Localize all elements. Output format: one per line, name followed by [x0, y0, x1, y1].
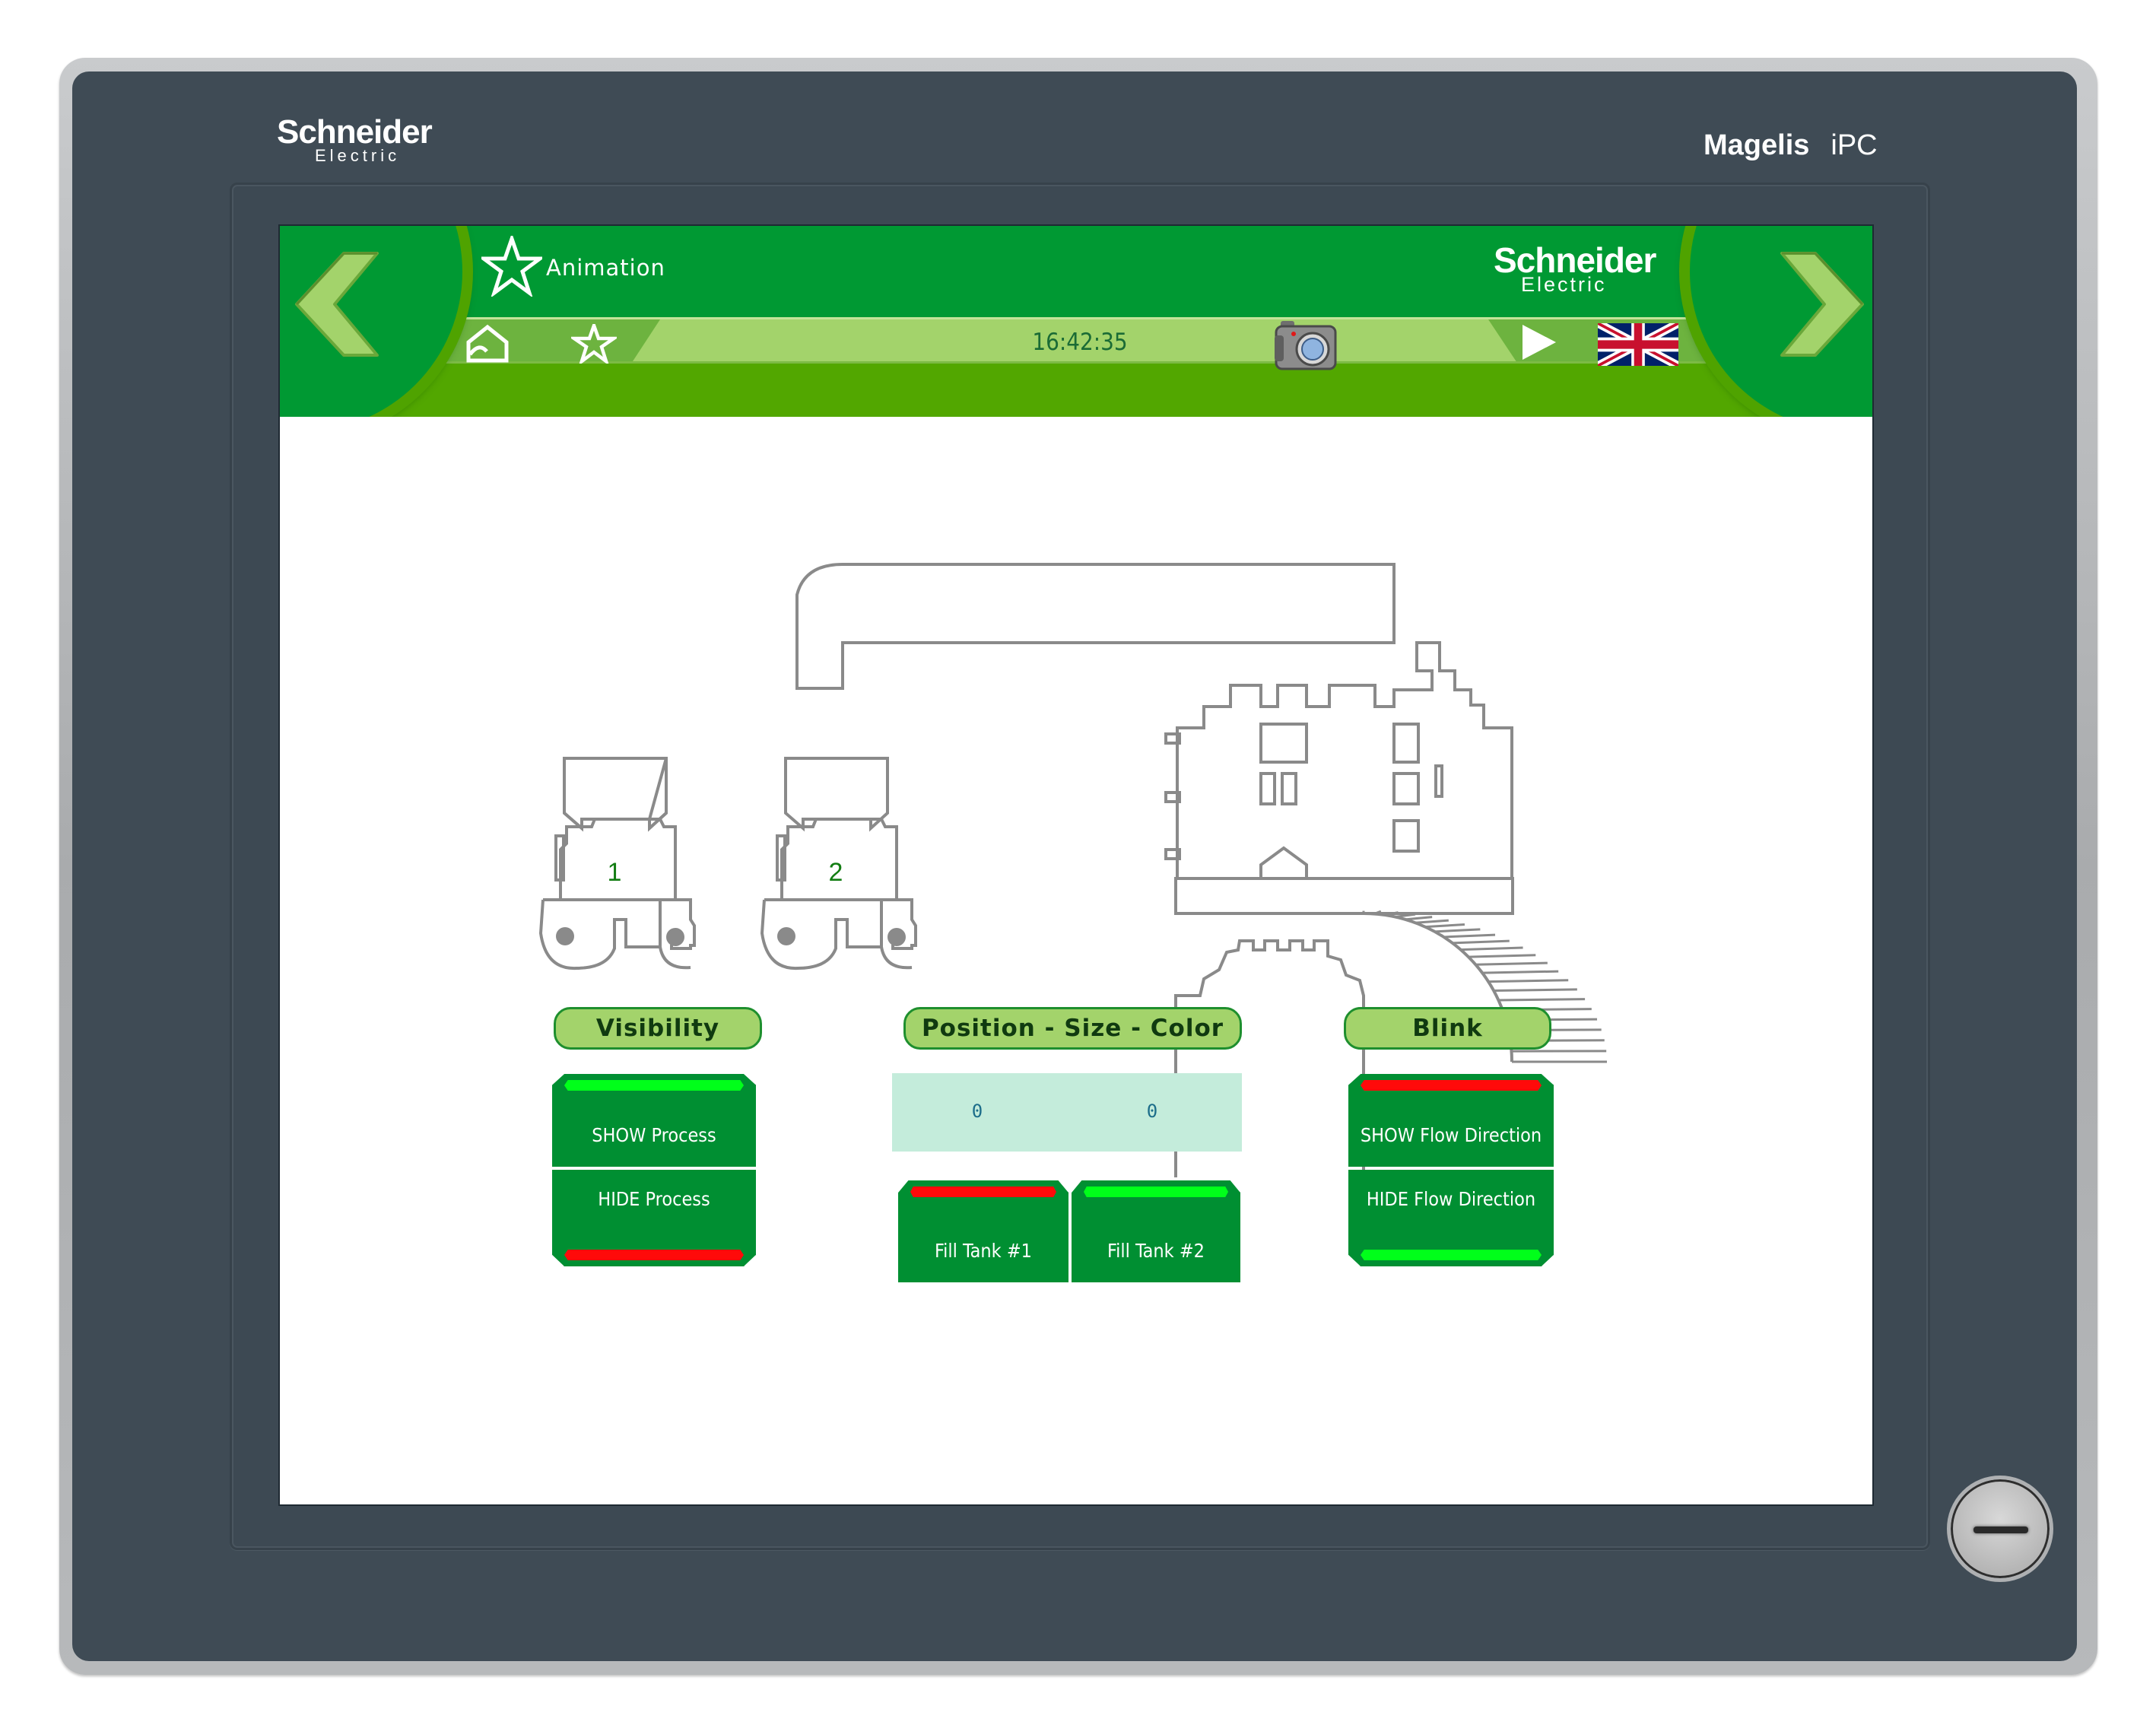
- fill-tank-1-label: Fill Tank #1: [935, 1240, 1032, 1262]
- hide-flow-direction-button[interactable]: HIDE Flow Direction: [1348, 1170, 1554, 1266]
- page-title: Animation: [546, 255, 665, 281]
- conveyor-segment: [1482, 970, 1559, 974]
- status-lamp-on: [1361, 1250, 1542, 1260]
- conveyor-segment: [1475, 961, 1548, 966]
- conveyor-segment: [1468, 954, 1536, 958]
- fill-tank-2-button[interactable]: Fill Tank #2: [1072, 1180, 1240, 1282]
- hide-process-label: HIDE Process: [598, 1188, 710, 1210]
- chevron-left-icon[interactable]: [294, 251, 392, 357]
- machine-upper: [1164, 641, 1513, 878]
- camera-icon[interactable]: [1273, 319, 1338, 370]
- show-flow-direction-label: SHOW Flow Direction: [1360, 1124, 1542, 1146]
- model-name: Magelis: [1704, 129, 1810, 161]
- clock-display: 16:42:35: [1032, 329, 1128, 356]
- model-label: Magelis iPC: [1704, 129, 1878, 162]
- status-lamp-off: [1361, 1080, 1542, 1091]
- uk-flag-icon[interactable]: [1598, 323, 1678, 366]
- section-label-blink: Blink: [1344, 1007, 1551, 1050]
- minus-slot-icon: [1973, 1526, 2028, 1533]
- home-icon[interactable]: [464, 324, 511, 364]
- hide-flow-direction-label: HIDE Flow Direction: [1366, 1188, 1536, 1210]
- conveyor-segment: [1452, 939, 1510, 945]
- tank-2-value: 0: [1146, 1101, 1158, 1122]
- status-lamp-on: [564, 1080, 744, 1091]
- tank-1-label: 1: [608, 858, 622, 887]
- conveyor-segment: [1405, 916, 1433, 921]
- show-process-button[interactable]: SHOW Process: [552, 1074, 756, 1167]
- tank-1-value: 0: [971, 1101, 983, 1122]
- status-lamp-off: [564, 1250, 744, 1260]
- conveyor-segment: [1460, 946, 1523, 951]
- position-values-display: 0 0: [892, 1073, 1242, 1152]
- conveyor-segment: [1494, 988, 1577, 993]
- fill-tank-1-button[interactable]: Fill Tank #1: [898, 1180, 1068, 1282]
- brand-name: Schneider: [277, 113, 433, 151]
- tank-2-wheel-right: [887, 928, 906, 946]
- model-suffix: iPC: [1831, 129, 1878, 161]
- status-lamp-on: [1084, 1187, 1228, 1197]
- hmi-screen: Animation Schneider Electric 16:42:35 1 …: [280, 226, 1872, 1504]
- conveyor-segment: [1424, 923, 1465, 929]
- bezel-brand-logo: Schneider Electric: [277, 113, 433, 164]
- process-diagram: 1 2: [538, 563, 1607, 1177]
- section-label-visibility: Visibility: [554, 1007, 762, 1050]
- pipe: [795, 563, 1396, 690]
- tank-1-wheel-right: [666, 928, 684, 946]
- conveyor-segment: [1488, 979, 1569, 983]
- conveyor-segment: [1443, 933, 1496, 939]
- show-flow-direction-button[interactable]: SHOW Flow Direction: [1348, 1074, 1554, 1167]
- show-process-label: SHOW Process: [592, 1124, 716, 1146]
- section-label-position: Position - Size - Color: [903, 1007, 1242, 1050]
- conveyor-segment: [1498, 998, 1586, 1002]
- header-brand-logo: Schneider Electric: [1494, 243, 1656, 295]
- chevron-right-icon[interactable]: [1767, 251, 1865, 357]
- star-icon: [481, 236, 542, 297]
- tank-1-wheel-left: [556, 927, 574, 945]
- status-lamp-off: [910, 1187, 1056, 1197]
- conveyor-segment: [1434, 928, 1481, 933]
- play-icon[interactable]: [1519, 323, 1559, 361]
- tank-2-label: 2: [829, 858, 843, 887]
- header-bar: Animation Schneider Electric 16:42:35: [280, 226, 1872, 417]
- fill-tank-2-label: Fill Tank #2: [1107, 1240, 1205, 1262]
- favorite-star-icon[interactable]: [571, 324, 617, 364]
- hardware-button[interactable]: [1947, 1476, 2053, 1582]
- machine-shelf: [1174, 877, 1514, 915]
- hide-process-button[interactable]: HIDE Process: [552, 1170, 756, 1266]
- conveyor-segment: [1415, 919, 1449, 924]
- tank-2-wheel-left: [777, 927, 795, 945]
